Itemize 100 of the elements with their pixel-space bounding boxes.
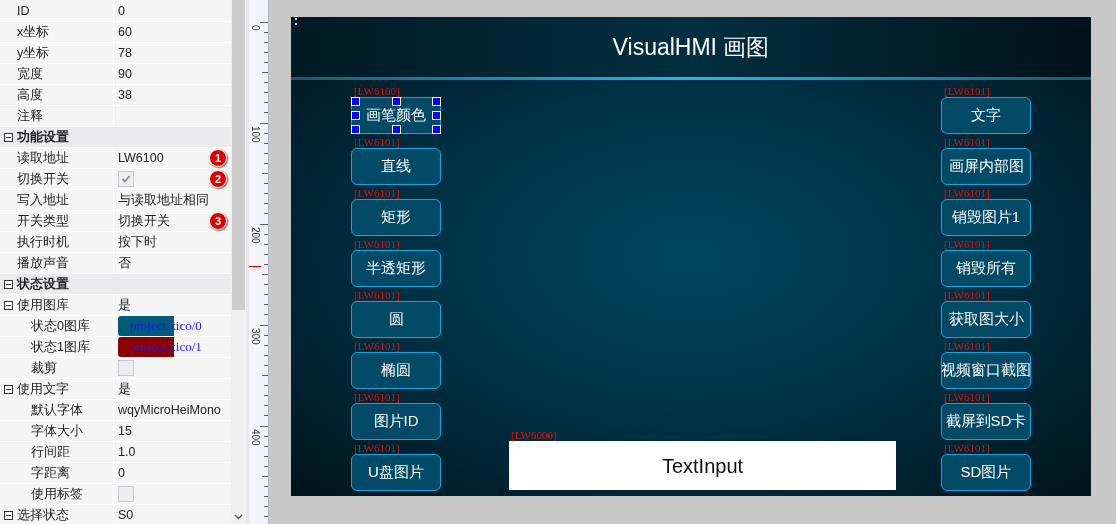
property-label: 读取地址: [17, 149, 69, 167]
hmi-button[interactable]: 销毁图片1: [941, 199, 1031, 236]
section-header: 功能设置: [17, 129, 69, 146]
property-label: 高度: [17, 86, 43, 104]
hmi-button[interactable]: 画屏内部图: [941, 148, 1031, 185]
collapse-icon[interactable]: [4, 279, 13, 289]
address-label: [LW6101]: [354, 340, 401, 352]
property-label: 切换开关: [17, 170, 69, 188]
address-label: [LW6101]: [944, 289, 991, 301]
hmi-button[interactable]: 圆: [351, 301, 441, 338]
resize-handle[interactable]: [391, 125, 401, 134]
property-label: 开关类型: [17, 212, 69, 230]
property-row[interactable]: x坐标 60: [0, 22, 231, 43]
property-value: 78: [118, 44, 132, 62]
property-value: 切换开关: [118, 212, 170, 230]
address-label: [LW6101]: [354, 238, 401, 250]
check-icon: [121, 174, 131, 184]
cursor-marker: [249, 266, 261, 267]
collapse-icon[interactable]: [4, 384, 13, 394]
property-value: 按下时: [118, 233, 157, 251]
collapse-icon[interactable]: [4, 510, 13, 520]
ruler-label: 100: [250, 126, 260, 143]
scrollbar[interactable]: [231, 0, 246, 524]
section-row[interactable]: 功能设置: [0, 127, 231, 148]
property-row[interactable]: 写入地址 与读取地址相同: [0, 190, 231, 211]
property-label: 状态0图库: [31, 317, 90, 335]
property-row[interactable]: 使用文字 是: [0, 379, 231, 400]
property-row[interactable]: 行间距 1.0: [0, 442, 231, 463]
step-badge: 3: [209, 212, 227, 230]
property-row[interactable]: ID 0: [0, 1, 231, 22]
property-label: 宽度: [17, 65, 43, 83]
property-label: 播放声音: [17, 254, 69, 272]
hmi-button[interactable]: 视频窗口截图: [941, 352, 1031, 389]
hmi-button[interactable]: 截屏到SD卡: [941, 403, 1031, 440]
hmi-button[interactable]: 获取图大小: [941, 301, 1031, 338]
address-label: [LW6101]: [354, 136, 401, 148]
hmi-button[interactable]: 图片ID: [351, 403, 441, 440]
address-label: [LW6101]: [354, 442, 401, 454]
property-row[interactable]: 读取地址 LW6100 1: [0, 148, 231, 169]
property-row[interactable]: 高度 38: [0, 85, 231, 106]
hmi-button[interactable]: U盘图片: [351, 454, 441, 491]
property-row[interactable]: 切换开关 2: [0, 169, 231, 190]
hmi-button[interactable]: 矩形: [351, 199, 441, 236]
collapse-icon[interactable]: [4, 132, 13, 142]
step-badge: 1: [209, 149, 227, 167]
property-row[interactable]: 执行时机 按下时: [0, 232, 231, 253]
ruler-label: 400: [250, 429, 260, 446]
property-value: S0: [118, 506, 134, 524]
checkbox[interactable]: [118, 360, 134, 376]
collapse-icon[interactable]: [4, 300, 13, 310]
property-label: 使用文字: [17, 380, 69, 398]
text-input-field[interactable]: TextInput: [509, 441, 896, 490]
property-value: 38: [118, 86, 132, 104]
property-label: 字距离: [31, 464, 70, 482]
address-label: [LW6101]: [354, 289, 401, 301]
property-row[interactable]: 注释: [0, 106, 231, 127]
property-value: 1.0: [118, 443, 136, 461]
address-label: [LW6101]: [354, 187, 401, 199]
ruler-label: 200: [250, 227, 260, 244]
property-value: 0: [118, 464, 125, 482]
ruler-label: 0: [250, 25, 260, 31]
hmi-button[interactable]: 椭圆: [351, 352, 441, 389]
property-row[interactable]: 字距离 0: [0, 463, 231, 484]
address-label: [LW6101]: [944, 136, 991, 148]
hmi-button[interactable]: 半透矩形: [351, 250, 441, 287]
property-value: 0: [118, 2, 125, 20]
section-header: 状态设置: [17, 276, 69, 293]
property-row[interactable]: 使用标签: [0, 484, 231, 505]
property-row[interactable]: 开关类型 切换开关 3: [0, 211, 231, 232]
hmi-button[interactable]: 文字: [941, 97, 1031, 134]
address-label: [LW6100]: [354, 85, 401, 97]
property-row[interactable]: 默认字体 wqyMicroHeiMono: [0, 400, 231, 421]
property-value: 是: [118, 380, 131, 398]
checkbox[interactable]: [118, 171, 134, 187]
property-label: 使用标签: [31, 485, 83, 503]
property-label: 注释: [17, 107, 43, 125]
property-value: 是: [118, 296, 131, 314]
hmi-button[interactable]: SD图片: [941, 454, 1031, 491]
section-row[interactable]: 状态设置: [0, 274, 231, 295]
resize-handle[interactable]: [391, 97, 401, 106]
property-row[interactable]: 播放声音 否: [0, 253, 231, 274]
property-row[interactable]: y坐标 78: [0, 43, 231, 64]
property-label: 裁剪: [31, 359, 57, 377]
property-value: LW6100: [118, 149, 164, 167]
hmi-button[interactable]: 直线: [351, 148, 441, 185]
property-label: 状态1图库: [31, 338, 90, 356]
address-label: [LW6101]: [944, 238, 991, 250]
property-row[interactable]: 宽度 90: [0, 64, 231, 85]
property-row[interactable]: 字体大小 15: [0, 421, 231, 442]
address-label: [LW6101]: [354, 391, 401, 403]
checkbox[interactable]: [118, 486, 134, 502]
property-row[interactable]: 使用图库 是: [0, 295, 231, 316]
property-row[interactable]: 裁剪: [0, 358, 231, 379]
property-value: wqyMicroHeiMono: [118, 401, 221, 419]
property-value: 60: [118, 23, 132, 41]
hmi-button[interactable]: 销毁所有: [941, 250, 1031, 287]
property-label: y坐标: [17, 44, 50, 62]
property-label: 执行时机: [17, 233, 69, 251]
property-label: 选择状态: [17, 506, 69, 524]
property-value: 15: [118, 422, 132, 440]
